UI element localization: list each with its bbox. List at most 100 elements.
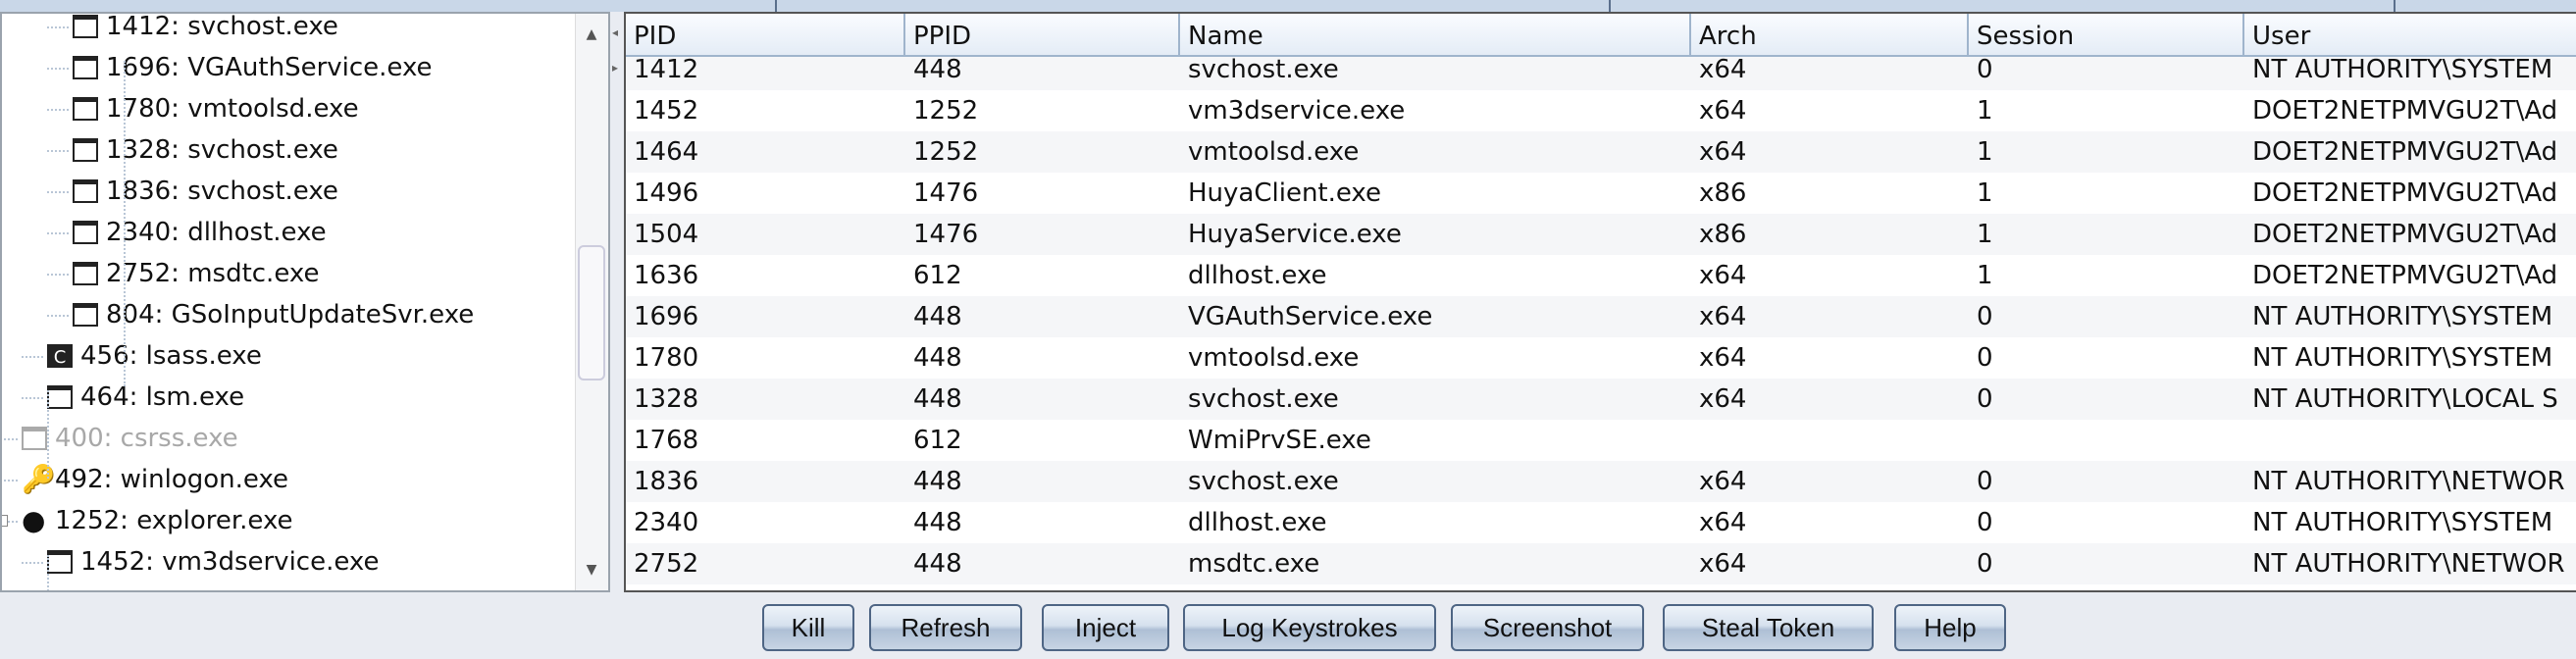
cell-ppid: 448 (913, 549, 962, 579)
table-row[interactable]: 1464 1252 vmtoolsd.exe x64 1 DOET2NETPMVGU2T\… (626, 131, 2576, 173)
table-row[interactable]: 1452 1252 vm3dservice.exe x64 1 DOET2NETPMVGU… (626, 90, 2576, 131)
cell-arch: x64 (1699, 261, 1747, 290)
scroll-up-icon[interactable]: ▲ (578, 24, 605, 45)
log-keystrokes-button[interactable]: Log Keystrokes (1183, 604, 1436, 651)
window-icon (47, 550, 73, 574)
column-header-ppid[interactable]: PPID (905, 14, 1180, 57)
tree-item[interactable]: 1412: svchost.exe (2, 14, 577, 47)
column-header-user[interactable]: User (2244, 14, 2576, 57)
table-header: PID PPID Name Arch Session User (626, 14, 2576, 57)
tree-item[interactable]: 464: lsm.exe (2, 377, 577, 418)
column-header-pid[interactable]: PID (626, 14, 905, 57)
window-icon (73, 303, 98, 327)
tree-item[interactable]: 1328: svchost.exe (2, 129, 577, 171)
globe-icon: ● (22, 504, 46, 536)
inject-button[interactable]: Inject (1042, 604, 1169, 651)
tree-item[interactable]: ● 1252: explorer.exe (2, 500, 577, 541)
table-row[interactable]: 2752 448 msdtc.exe x64 0 NT AUTHORITY\NETWOR (626, 543, 2576, 584)
tree-connector (47, 109, 69, 111)
tree-connector (2, 480, 18, 482)
tree-item[interactable]: 1452: vm3dservice.exe (2, 541, 577, 583)
tree-item[interactable]: 400: csrss.exe (2, 418, 577, 459)
tree-item-label: 1452: vm3dservice.exe (80, 547, 380, 577)
table-row[interactable]: 1496 1476 HuyaClient.exe x86 1 DOET2NETPMVGU2… (626, 173, 2576, 214)
cell-arch: x64 (1699, 549, 1747, 579)
tree-item[interactable]: 2340: dllhost.exe (2, 212, 577, 253)
cell-user: NT AUTHORITY\SYSTEM (2252, 508, 2553, 537)
kill-button[interactable]: Kill (762, 604, 854, 651)
collapse-toggle-icon[interactable] (2, 515, 8, 527)
help-button[interactable]: Help (1894, 604, 2006, 651)
table-row[interactable]: 1504 1476 HuyaService.exe x86 1 DOET2NETPMVGU… (626, 214, 2576, 255)
column-header-name[interactable]: Name (1180, 14, 1691, 57)
process-tree[interactable]: 1412: svchost.exe 1696: VGAuthService.exe… (0, 12, 610, 592)
tree-item-label: 1328: svchost.exe (106, 135, 338, 165)
cell-session: 1 (1977, 261, 1993, 290)
cell-name: HuyaClient.exe (1188, 178, 1382, 208)
tree-item[interactable]: 1836: svchost.exe (2, 171, 577, 212)
cell-ppid: 448 (913, 467, 962, 496)
scroll-thumb[interactable] (578, 245, 605, 380)
window-icon (47, 591, 73, 592)
window-icon (22, 427, 47, 450)
cell-user: DOET2NETPMVGU2T\Ad (2252, 261, 2558, 290)
window-icon (73, 221, 98, 244)
tree-scrollbar[interactable]: ▲ ▼ (575, 14, 608, 590)
cell-session: 0 (1977, 343, 1993, 373)
tree-item[interactable]: 🔑 492: winlogon.exe (2, 459, 577, 500)
cell-user: NT AUTHORITY\SYSTEM (2252, 343, 2553, 373)
tree-connector (47, 274, 69, 276)
cell-session: 1 (1977, 220, 1993, 249)
cell-session: 0 (1977, 508, 1993, 537)
cell-user: DOET2NETPMVGU2T\Ad (2252, 178, 2558, 208)
table-row[interactable]: 2340 448 dllhost.exe x64 0 NT AUTHORITY\SYSTE… (626, 502, 2576, 543)
process-table[interactable]: PID PPID Name Arch Session User 1412 448 svchos… (624, 12, 2576, 592)
tree-item-label: 464: lsm.exe (80, 382, 245, 412)
cell-session: 1 (1977, 178, 1993, 208)
column-header-session[interactable]: Session (1969, 14, 2244, 57)
steal-token-button[interactable]: Steal Token (1663, 604, 1874, 651)
table-row[interactable]: 1636 612 dllhost.exe x64 1 DOET2NETPMVGU2T\Ad (626, 255, 2576, 296)
column-header-arch[interactable]: Arch (1691, 14, 1969, 57)
tree-item-label: 1696: VGAuthService.exe (106, 53, 433, 82)
table-row[interactable]: 1780 448 vmtoolsd.exe x64 0 NT AUTHORITY\SYST… (626, 337, 2576, 379)
cell-user: DOET2NETPMVGU2T\Ad (2252, 220, 2558, 249)
cell-name: VGAuthService.exe (1188, 302, 1433, 331)
cell-name: HuyaService.exe (1188, 220, 1402, 249)
cell-arch: x86 (1699, 178, 1747, 208)
cell-pid: 1768 (634, 426, 699, 455)
cell-arch: x64 (1699, 508, 1747, 537)
collapse-left-icon[interactable]: ◂ (612, 25, 618, 39)
expand-right-icon[interactable]: ▸ (612, 61, 618, 75)
tree-item[interactable]: 1464: vmtoolsd.exe (2, 583, 577, 592)
tree-item-label: 1464: vmtoolsd.exe (80, 583, 334, 590)
cell-ppid: 1476 (913, 178, 979, 208)
cell-name: svchost.exe (1188, 384, 1339, 414)
cell-ppid: 612 (913, 426, 962, 455)
table-row[interactable]: 1328 448 svchost.exe x64 0 NT AUTHORITY\LOCAL… (626, 379, 2576, 420)
cell-name: dllhost.exe (1188, 261, 1327, 290)
tree-item-label: 1780: vmtoolsd.exe (106, 94, 359, 124)
key-icon: 🔑 (22, 463, 56, 495)
screenshot-button[interactable]: Screenshot (1451, 604, 1644, 651)
split-pane-divider[interactable]: ◂ ▸ (610, 12, 624, 592)
cell-session: 1 (1977, 96, 1993, 126)
tree-item[interactable]: 2752: msdtc.exe (2, 253, 577, 294)
tree-item-label: 2752: msdtc.exe (106, 259, 320, 288)
tree-item[interactable]: 804: GSoInputUpdateSvr.exe (2, 294, 577, 335)
table-row[interactable]: 1696 448 VGAuthService.exe x64 0 NT AUTHORITY… (626, 296, 2576, 337)
tree-connector (47, 26, 69, 28)
cell-pid: 1780 (634, 343, 699, 373)
tree-item[interactable]: 1780: vmtoolsd.exe (2, 88, 577, 129)
tree-item-label: 2340: dllhost.exe (106, 218, 327, 247)
window-icon (73, 97, 98, 121)
scroll-down-icon[interactable]: ▼ (578, 559, 605, 581)
cell-pid: 1496 (634, 178, 699, 208)
refresh-button[interactable]: Refresh (869, 604, 1022, 651)
table-row[interactable]: 1836 448 svchost.exe x64 0 NT AUTHORITY\NETWO… (626, 461, 2576, 502)
cell-pid: 2752 (634, 549, 699, 579)
tree-item[interactable]: C 456: lsass.exe (2, 335, 577, 377)
tree-item[interactable]: 1696: VGAuthService.exe (2, 47, 577, 88)
table-row[interactable]: 1768 612 WmiPrvSE.exe (626, 420, 2576, 461)
cell-ppid: 448 (913, 343, 962, 373)
